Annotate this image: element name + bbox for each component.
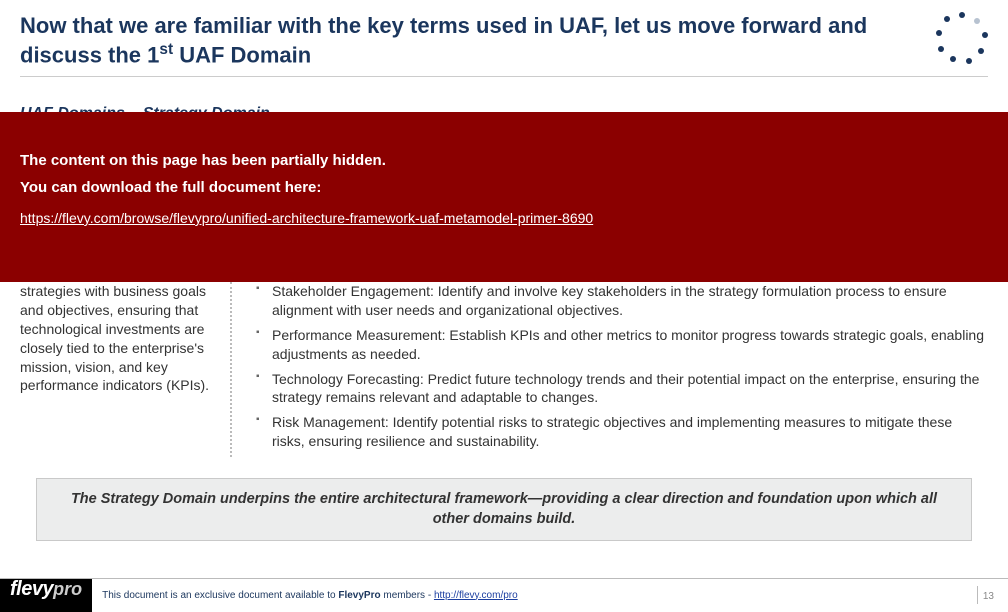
- dotted-circle-logo: [936, 12, 988, 64]
- overlay-line-2: You can download the full document here:: [20, 179, 988, 196]
- logo-part-2: pro: [53, 579, 82, 600]
- bullet-item: Technology Forecasting: Predict future t…: [256, 370, 988, 408]
- right-column: Stakeholder Engagement: Identify and inv…: [250, 282, 988, 457]
- title-sup: st: [159, 41, 173, 58]
- flevypro-logo: flevypro: [0, 578, 92, 612]
- bullet-item: Stakeholder Engagement: Identify and inv…: [256, 282, 988, 320]
- footer-link[interactable]: http://flevy.com/pro: [434, 590, 518, 601]
- footer-rule: [0, 578, 1008, 579]
- slide-header: Now that we are familiar with the key te…: [0, 0, 1008, 76]
- footer-text-post: members -: [381, 590, 434, 601]
- bullet-item: Performance Measurement: Establish KPIs …: [256, 326, 988, 364]
- header-rule: [20, 76, 988, 77]
- callout-box: The Strategy Domain underpins the entire…: [36, 478, 972, 541]
- page-number: 13: [983, 591, 994, 602]
- logo-part-1: flevy: [10, 578, 53, 601]
- vertical-divider: [230, 282, 232, 457]
- slide: Now that we are familiar with the key te…: [0, 0, 1008, 612]
- left-column-text: strategies with business goals and objec…: [20, 282, 230, 457]
- body-content: strategies with business goals and objec…: [20, 282, 988, 457]
- bullet-list: Stakeholder Engagement: Identify and inv…: [250, 282, 988, 451]
- title-post: UAF Domain: [173, 42, 311, 67]
- footer-text-pre: This document is an exclusive document a…: [102, 590, 338, 601]
- footer-text: This document is an exclusive document a…: [102, 590, 518, 601]
- bullet-item: Risk Management: Identify potential risk…: [256, 413, 988, 451]
- overlay-download-link[interactable]: https://flevy.com/browse/flevypro/unifie…: [20, 210, 593, 226]
- page-separator: [977, 586, 978, 604]
- slide-title: Now that we are familiar with the key te…: [20, 12, 900, 68]
- overlay-line-1: The content on this page has been partia…: [20, 152, 988, 169]
- hidden-content-overlay: The content on this page has been partia…: [0, 112, 1008, 282]
- title-pre: Now that we are familiar with the key te…: [20, 13, 867, 67]
- slide-footer: flevypro This document is an exclusive d…: [0, 578, 1008, 612]
- footer-text-bold: FlevyPro: [338, 590, 380, 601]
